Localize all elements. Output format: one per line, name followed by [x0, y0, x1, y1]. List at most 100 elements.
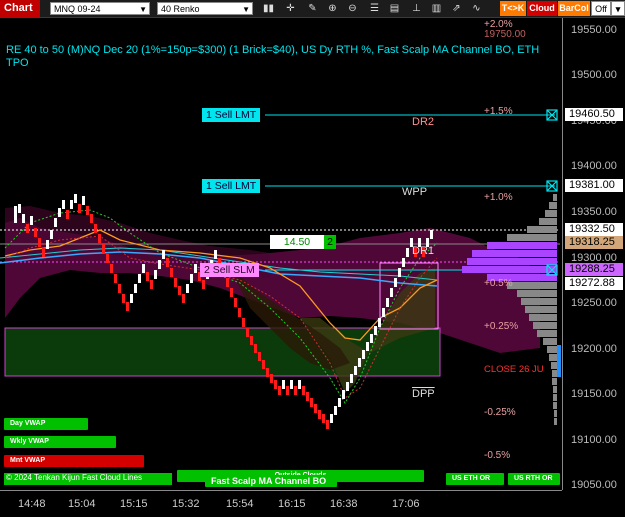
renko-brick-up [14, 214, 17, 223]
profile-bar [517, 290, 557, 297]
price-marker: 19272.88 [565, 277, 623, 290]
time-tick-label: 14:48 [18, 498, 46, 510]
chart-panel[interactable]: RE 40 to 50 (M)NQ Dec 20 (1%=150p=$300) … [0, 18, 562, 490]
renko-brick-down [238, 308, 241, 317]
renko-brick-up [338, 398, 341, 407]
renko-brick-down [42, 248, 45, 257]
renko-brick-down [230, 288, 233, 297]
price-tick-label: 19250.00 [571, 297, 617, 309]
renko-brick-up [138, 274, 141, 283]
renko-brick-down [182, 294, 185, 303]
profile-bar [547, 346, 557, 353]
renko-brick-up [82, 196, 85, 205]
pencil-icon[interactable]: ✎ [306, 2, 319, 15]
renko-brick-up [162, 250, 165, 259]
wkly-vwap-signal: Wkly VWAP [4, 436, 116, 448]
dpp-label: DPP [412, 388, 435, 400]
cloud-toggle-button[interactable]: Cloud [527, 1, 557, 16]
chevron-down-icon[interactable]: ▾ [611, 1, 625, 16]
renko-brick-up [130, 294, 133, 303]
period-value: 40 Renko [161, 4, 200, 14]
crosshair-icon[interactable]: ✛ [284, 2, 297, 15]
barcol-toggle-button[interactable]: BarCol [558, 1, 590, 16]
time-tick-label: 16:15 [278, 498, 306, 510]
price-marker: 19288.25 [565, 263, 623, 276]
time-tick-label: 15:04 [68, 498, 96, 510]
zoom-in-icon[interactable]: ⊕ [326, 2, 339, 15]
renko-brick-down [98, 234, 101, 243]
position-pl[interactable]: 14.50 [270, 235, 324, 249]
pct-level: +0.25% [484, 321, 519, 332]
pct-level: +1.5% [484, 106, 513, 117]
profile-bar [537, 330, 557, 337]
sell-slm-order[interactable]: 2 Sell SLM [200, 263, 259, 277]
renko-brick-down [106, 254, 109, 263]
template-icon[interactable]: ▤ [388, 2, 401, 15]
pct-level-value: 19750.00 [484, 29, 526, 40]
position-qty[interactable]: 2 [324, 235, 336, 249]
wpp-label: WPP [402, 186, 428, 198]
lock-icon[interactable]: ▥ [430, 2, 443, 15]
renko-brick-up [194, 264, 197, 273]
time-tick-label: 15:15 [120, 498, 148, 510]
renko-brick-down [110, 264, 113, 273]
renko-brick-down [126, 302, 129, 311]
renko-brick-up [142, 264, 145, 273]
sell-lmt-order-2[interactable]: 1 Sell LMT [202, 179, 261, 193]
renko-brick-up [134, 284, 137, 293]
bars-icon[interactable]: ▮▮ [262, 2, 275, 15]
renko-brick-down [146, 272, 149, 281]
instrument-selector[interactable]: MNQ 09-24 ▼ [50, 2, 150, 15]
price-marker: 19381.00 [565, 179, 623, 192]
pin-icon[interactable]: ⊥ [410, 2, 423, 15]
price-tick-label: 19150.00 [571, 388, 617, 400]
profile-bar [545, 210, 557, 217]
renko-brick-up [30, 216, 33, 225]
time-tick-label: 16:38 [330, 498, 358, 510]
renko-brick-up [382, 308, 385, 317]
period-selector[interactable]: 40 Renko ▼ [157, 2, 253, 15]
sell-lmt-order-1[interactable]: 1 Sell LMT [202, 108, 261, 122]
renko-brick-up [50, 230, 53, 239]
renko-brick-down [250, 336, 253, 345]
profile-bar [553, 394, 557, 401]
profile-bar [551, 362, 557, 369]
renko-brick-down [86, 206, 89, 215]
off-select[interactable]: Off [591, 1, 611, 16]
renko-brick-down [326, 420, 329, 429]
indicator-icon[interactable]: ∿ [470, 2, 483, 15]
profile-bar [487, 242, 557, 249]
price-tick-label: 19550.00 [571, 24, 617, 36]
properties-icon[interactable]: ☰ [368, 2, 381, 15]
drawing-icon[interactable]: ⇗ [450, 2, 463, 15]
renko-brick-up [370, 334, 373, 343]
renko-brick-up [358, 358, 361, 367]
profile-bar [527, 226, 557, 233]
renko-brick-up [390, 288, 393, 297]
time-axis[interactable]: 14:48 15:04 15:15 15:32 15:54 16:15 16:38 17:06 [0, 490, 562, 517]
renko-brick-down [310, 398, 313, 407]
renko-brick-up [378, 318, 381, 327]
close-label: CLOSE 26 JU [484, 364, 544, 375]
renko-brick-up [366, 342, 369, 351]
price-axis[interactable]: 19550.00 19500.00 19450.00 19400.00 19350.00… [562, 18, 625, 491]
tk-toggle-button[interactable]: T<>K [500, 1, 526, 16]
renko-brick-up [18, 204, 21, 213]
renko-brick-up [186, 284, 189, 293]
renko-brick-up [298, 380, 301, 389]
renko-brick-down [166, 258, 169, 267]
renko-brick-down [306, 392, 309, 401]
renko-brick-down [254, 344, 257, 353]
chart-tab[interactable]: Chart [0, 0, 40, 17]
renko-brick-up [14, 206, 17, 215]
renko-brick-down [322, 414, 325, 423]
price-marker: 19332.50 [565, 223, 623, 236]
profile-bar [507, 282, 557, 289]
profile-bar [552, 378, 557, 385]
us-rth-or-signal: US RTH OR [508, 473, 560, 485]
renko-brick-up [406, 248, 409, 257]
zoom-out-icon[interactable]: ⊖ [346, 2, 359, 15]
instrument-value: MNQ 09-24 [54, 4, 101, 14]
price-tick-label: 19100.00 [571, 434, 617, 446]
renko-brick-down [66, 210, 69, 219]
